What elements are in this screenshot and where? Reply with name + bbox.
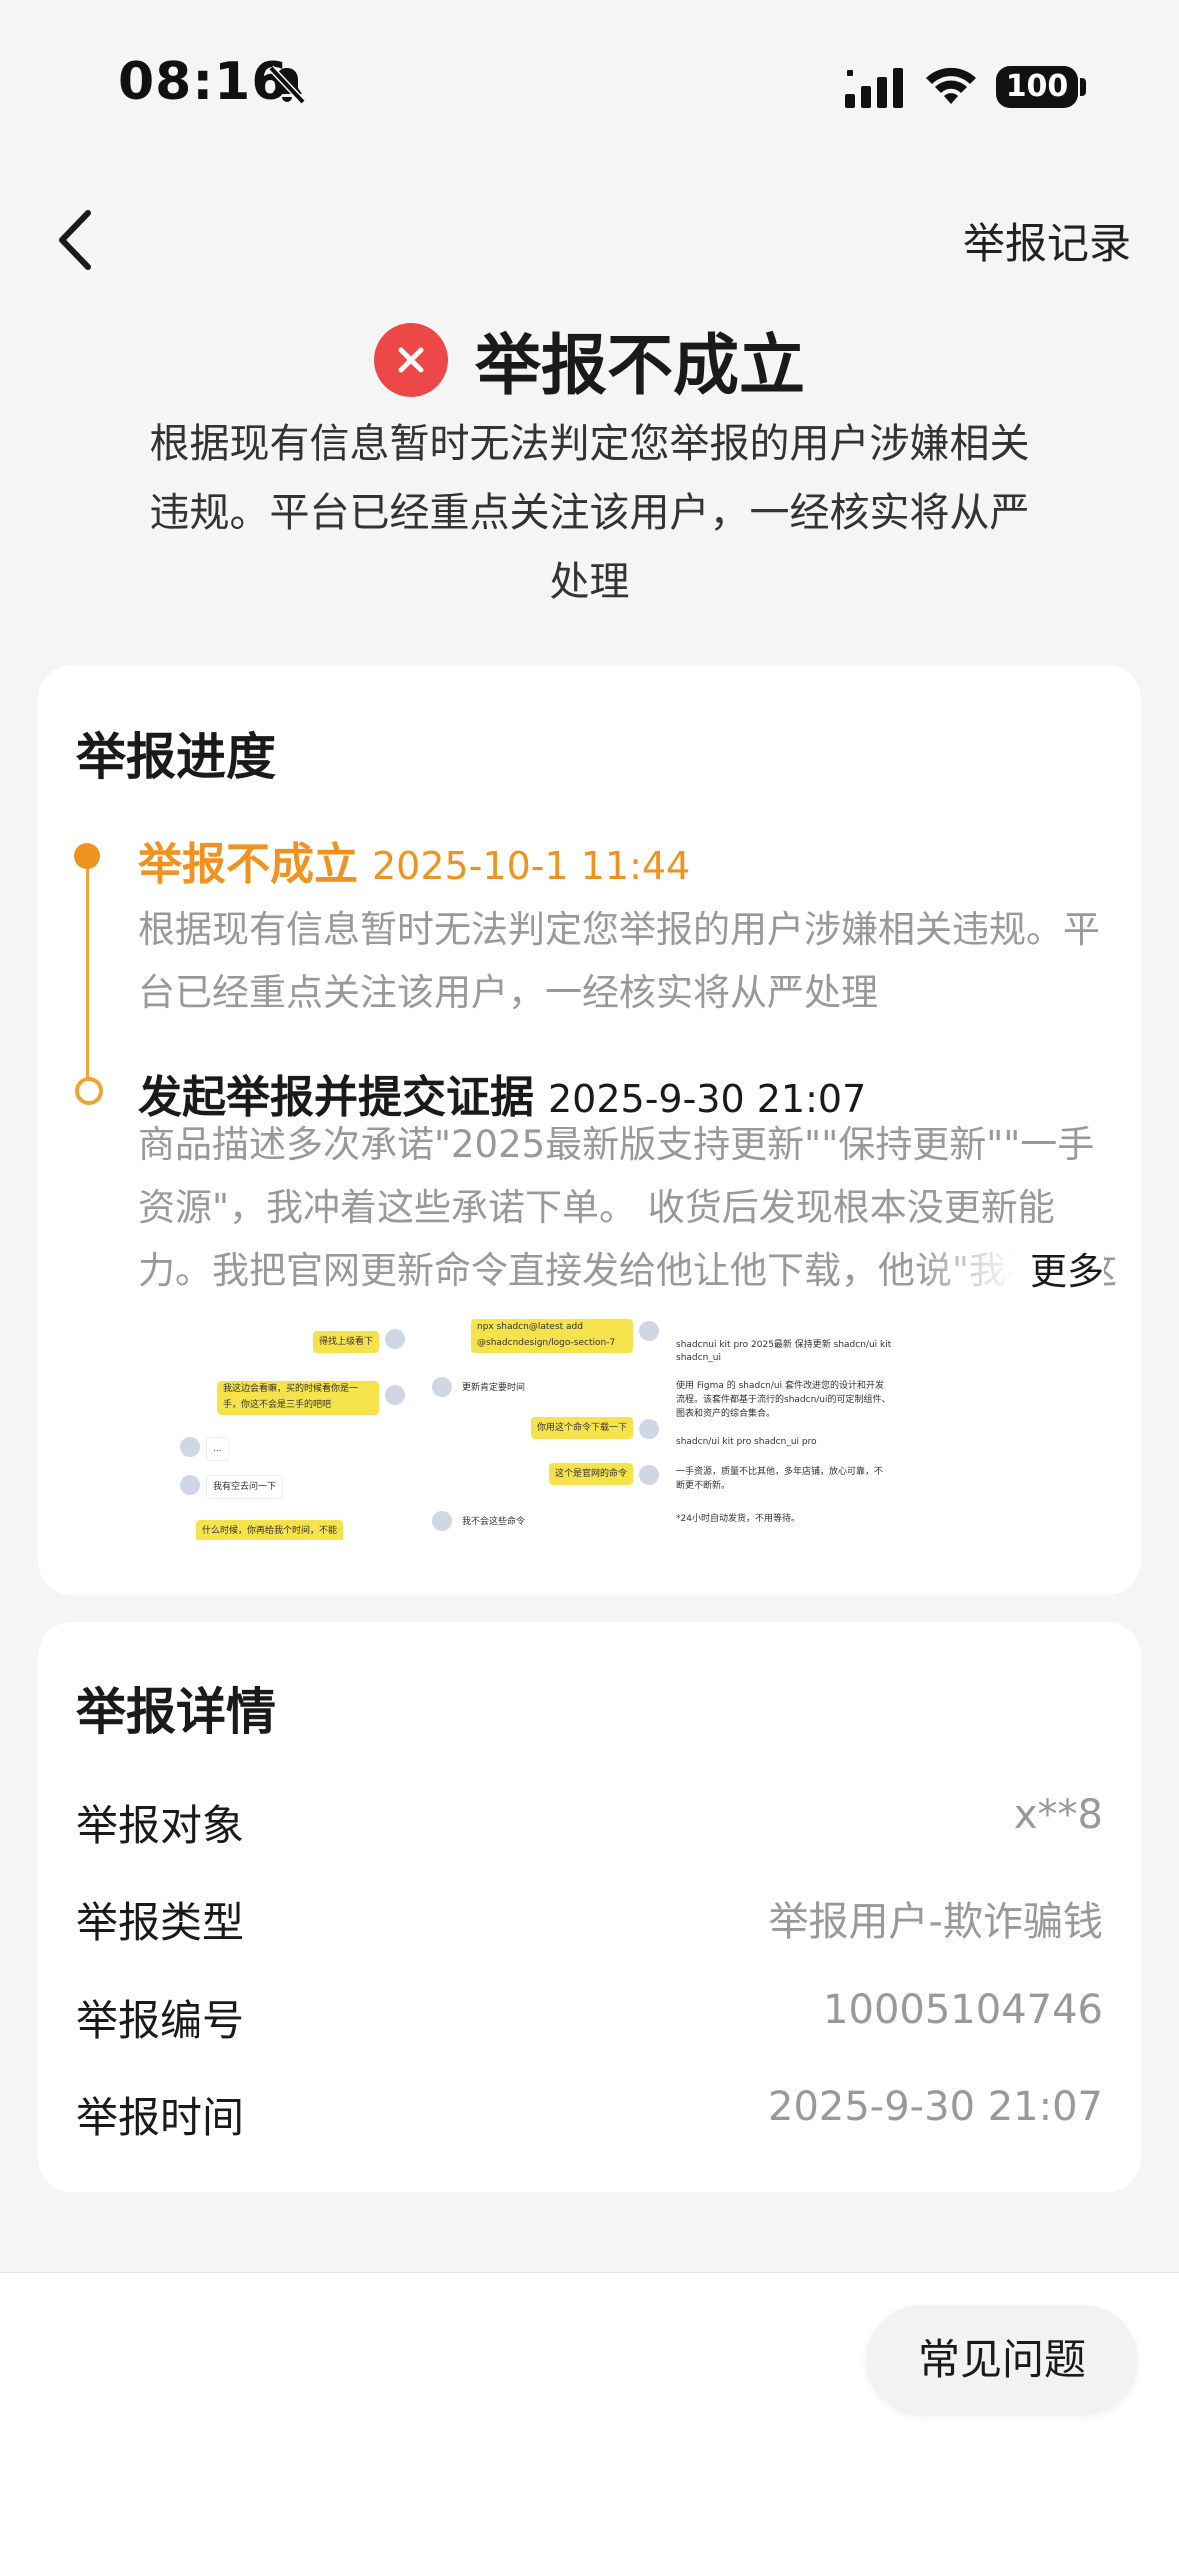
- report-progress-card: 举报进度 举报不成立 2025-10-1 11:44 根据现有信息暂时无法判定您举…: [38, 665, 1141, 1595]
- chat-bubble: 什么时候，你再给我个时间，不能: [196, 1520, 344, 1540]
- chat-bubble: 你用这个命令下载一下: [530, 1417, 633, 1439]
- chat-bubble: 得找上级看下: [312, 1331, 379, 1353]
- avatar: [639, 1419, 659, 1439]
- detail-row-number: 举报编号 10005104746: [76, 1987, 1103, 2047]
- chat-bubble: 更新肯定要时间: [456, 1377, 532, 1399]
- chat-bubble: npx shadcn@latest add @shadcndesign/logo…: [471, 1319, 633, 1353]
- avatar: [180, 1437, 200, 1457]
- evidence-thumbnail[interactable]: 得找上级看下 我这边会看嘛，买的时候看你是一手，你这不会是三手的吧吧 ... 我…: [176, 1315, 411, 1540]
- timeline-dot-past: [75, 1077, 103, 1105]
- avatar: [180, 1475, 200, 1495]
- status-bar: 08:16 100: [0, 0, 1179, 160]
- detail-value: 10005104746: [823, 1987, 1103, 2033]
- faq-button[interactable]: 常见问题: [866, 2305, 1138, 2415]
- fail-x-icon: [373, 323, 448, 397]
- avatar: [639, 1321, 659, 1341]
- step-time: 2025-10-1 11:44: [372, 844, 691, 888]
- detail-label: 举报时间: [76, 2093, 245, 2142]
- doc-line: shadcn_ui: [676, 1353, 721, 1363]
- progress-section-title: 举报进度: [76, 728, 276, 786]
- detail-row-type: 举报类型 举报用户-欺诈骗钱: [76, 1889, 1103, 1949]
- detail-label: 举报对象: [76, 1801, 245, 1850]
- chat-bubble: 我不会这些命令: [456, 1511, 532, 1533]
- step-title: 举报不成立: [138, 839, 358, 890]
- detail-value: x**8: [1013, 1792, 1103, 1838]
- result-description: 根据现有信息暂时无法判定您举报的用户涉嫌相关违规。平台已经重点关注该用户，一经核…: [149, 421, 1030, 605]
- chat-bubble: 我有空去问一下: [206, 1475, 284, 1499]
- detail-label: 举报编号: [76, 1996, 245, 2045]
- doc-line: *24小时自动发货，不用等待。: [676, 1514, 800, 1524]
- timeline-line: [86, 855, 89, 1090]
- avatar: [432, 1511, 452, 1531]
- chat-bubble: 我这边会看嘛，买的时候看你是一手，你这不会是三手的吧吧: [217, 1381, 379, 1415]
- details-section-title: 举报详情: [76, 1683, 276, 1741]
- detail-label: 举报类型: [76, 1898, 245, 1947]
- report-details-card: 举报详情 举报对象 x**8 举报类型 举报用户-欺诈骗钱 举报编号 10005…: [38, 1622, 1141, 2192]
- avatar: [432, 1377, 452, 1397]
- detail-value: 举报用户-欺诈骗钱: [768, 1899, 1103, 1945]
- battery-cap: [1080, 78, 1086, 96]
- timeline-step-1-header: 举报不成立 2025-10-1 11:44: [138, 828, 690, 892]
- doc-line: shadcnui kit pro 2025最新 保持更新 shadcn/ui k…: [676, 1340, 892, 1350]
- evidence-thumbnail[interactable]: npx shadcn@latest add @shadcndesign/logo…: [428, 1315, 663, 1540]
- more-button[interactable]: 更多: [1022, 1240, 1104, 1303]
- detail-row-time: 举报时间 2025-9-30 21:07: [76, 2084, 1103, 2144]
- doc-line: shadcn/ui kit pro shadcn_ui pro: [676, 1437, 817, 1447]
- avatar: [385, 1385, 405, 1405]
- wifi-icon: [926, 67, 976, 104]
- doc-line: 使用 Figma 的 shadcn/ui 套件改进您的设计和开发流程。该套件都基…: [676, 1381, 891, 1419]
- chat-bubble: ...: [206, 1437, 229, 1461]
- chat-bubble: 这个是官网的命令: [548, 1463, 633, 1485]
- evidence-images: 得找上级看下 我这边会看嘛，买的时候看你是一手，你这不会是三手的吧吧 ... 我…: [138, 1315, 938, 1540]
- battery-indicator: 100: [996, 66, 1078, 108]
- back-arrow-icon[interactable]: [52, 205, 102, 275]
- report-history-link[interactable]: 举报记录: [963, 210, 1131, 271]
- avatar: [385, 1329, 405, 1349]
- detail-row-target: 举报对象 x**8: [76, 1792, 1103, 1852]
- result-title: 举报不成立: [475, 327, 806, 404]
- step-description: 根据现有信息暂时无法判定您举报的用户涉嫌相关违规。平台已经重点关注该用户，一经核…: [138, 908, 1100, 1014]
- doc-line: 一手资源，质量不比其他，多年店铺，放心可靠，不断更不断新。: [676, 1467, 884, 1491]
- signal-icon: [845, 68, 903, 108]
- status-time: 08:16: [118, 52, 289, 112]
- detail-value: 2025-9-30 21:07: [768, 2084, 1103, 2130]
- evidence-thumbnail[interactable]: shadcnui kit pro 2025最新 保持更新 shadcn/ui k…: [666, 1315, 901, 1540]
- result-header: 举报不成立: [0, 312, 1179, 408]
- bottom-bar: 常见问题: [0, 2272, 1179, 2557]
- timeline-dot-current: [74, 843, 100, 869]
- bell-muted-icon: [268, 65, 306, 105]
- avatar: [639, 1465, 659, 1485]
